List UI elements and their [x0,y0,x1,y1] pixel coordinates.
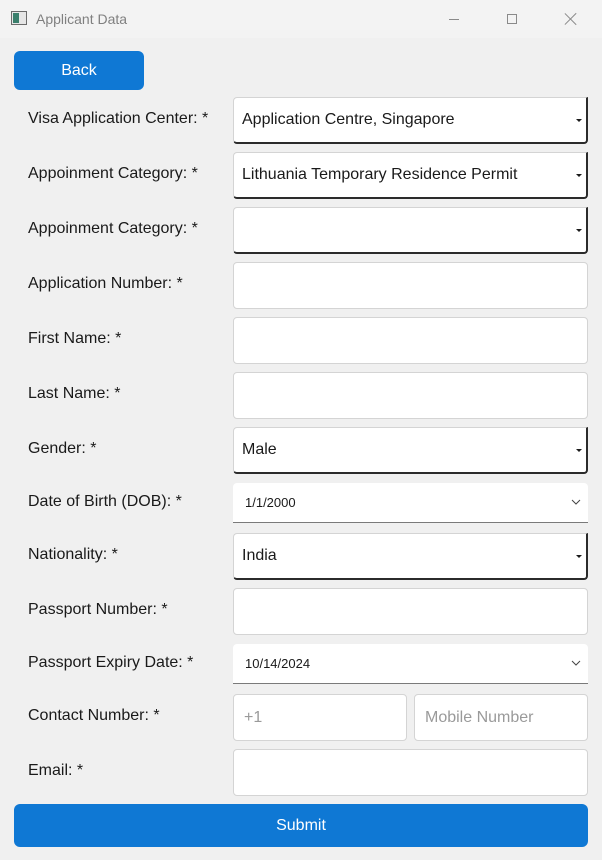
last-name-input[interactable] [233,372,588,419]
last-name-label: Last Name: * [28,385,121,402]
appointment-category-label: Appoinment Category: * [28,165,198,182]
nationality-value: India [242,547,277,564]
nationality-select[interactable]: India [233,533,588,580]
gender-value: Male [242,441,277,458]
passport-expiry-value: 10/14/2024 [245,656,311,671]
application-number-field[interactable] [234,263,587,308]
app-window-icon [11,11,27,25]
first-name-input[interactable] [233,317,588,364]
application-number-label: Application Number: * [28,275,183,292]
passport-expiry-label: Passport Expiry Date: * [28,654,194,671]
country-code-field[interactable] [234,695,406,740]
maximize-button[interactable] [489,0,535,38]
minimize-button[interactable] [431,0,477,38]
dob-value: 1/1/2000 [245,495,296,510]
back-button[interactable]: Back [14,51,144,90]
appointment-category-value: Lithuania Temporary Residence Permit [242,166,518,183]
title-bar: Applicant Data [0,0,602,38]
first-name-field[interactable] [234,318,587,363]
dropdown-arrow-icon [576,449,582,452]
dob-date-picker[interactable]: 1/1/2000 [233,483,588,523]
last-name-field[interactable] [234,373,587,418]
country-code-input[interactable] [233,694,407,741]
passport-number-field[interactable] [234,589,587,634]
close-button[interactable] [548,0,594,38]
appointment-category-select[interactable]: Lithuania Temporary Residence Permit [233,152,588,199]
gender-label: Gender: * [28,440,97,457]
mobile-number-input[interactable] [414,694,588,741]
window-title: Applicant Data [36,11,128,27]
applicant-data-window: Applicant Data Back Visa Application Cen… [0,0,602,860]
passport-expiry-date-picker[interactable]: 10/14/2024 [233,644,588,684]
dropdown-arrow-icon [576,229,582,232]
passport-number-input[interactable] [233,588,588,635]
appointment-subcategory-select[interactable] [233,207,588,254]
maximize-icon [507,14,517,24]
application-number-input[interactable] [233,262,588,309]
dob-label: Date of Birth (DOB): * [28,493,182,510]
visa-center-select[interactable]: Application Centre, Singapore [233,97,588,144]
chevron-down-icon [571,660,581,666]
appointment-subcategory-label: Appoinment Category: * [28,220,198,237]
mobile-number-field[interactable] [415,695,587,740]
email-label: Email: * [28,762,84,779]
contact-number-label: Contact Number: * [28,707,160,724]
dropdown-arrow-icon [576,555,582,558]
chevron-down-icon [571,499,581,505]
close-icon [564,12,578,26]
dropdown-arrow-icon [576,174,582,177]
email-field[interactable] [234,750,587,795]
first-name-label: First Name: * [28,330,122,347]
passport-number-label: Passport Number: * [28,601,168,618]
minimize-icon [449,18,459,20]
dropdown-arrow-icon [576,119,582,122]
visa-center-label: Visa Application Center: * [28,110,209,127]
nationality-label: Nationality: * [28,546,118,563]
email-input[interactable] [233,749,588,796]
submit-button[interactable]: Submit [14,804,588,847]
visa-center-value: Application Centre, Singapore [242,111,455,128]
gender-select[interactable]: Male [233,427,588,474]
